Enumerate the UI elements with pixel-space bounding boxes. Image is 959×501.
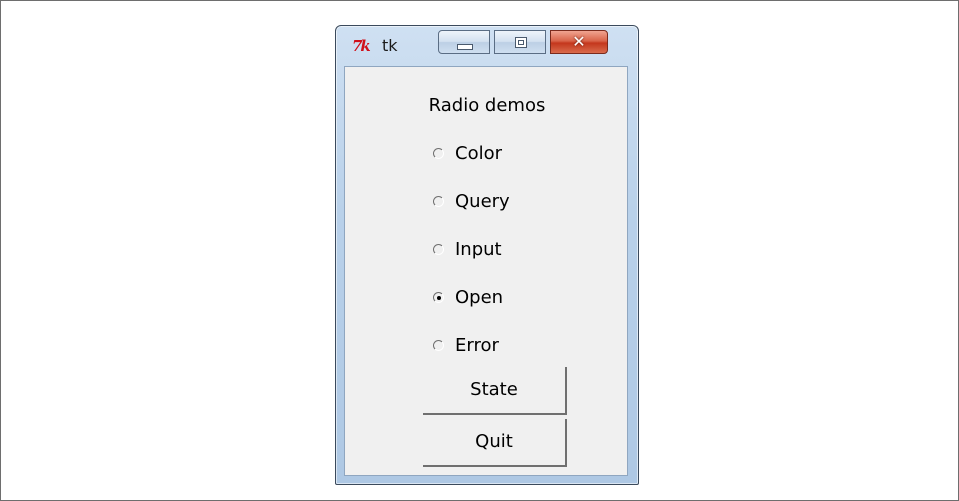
quit-button[interactable]: Quit [423,419,567,467]
client-area: Radio demos Color Query Input Open Error… [344,66,628,476]
radio-selected-dot [437,296,441,300]
radio-label: Input [455,239,502,260]
radio-indicator[interactable] [433,148,444,159]
maximize-button[interactable] [494,30,546,54]
radio-demos-heading: Radio demos [428,95,546,116]
screenshot-canvas: 7k tk ✕ Radio demos Color Query Input Op… [0,0,959,501]
radio-indicator-selected[interactable] [433,292,444,303]
title-bar[interactable]: 7k tk ✕ [336,26,638,66]
tk-feather-icon: 7k [352,37,371,55]
radio-label: Query [455,191,510,212]
radio-open[interactable]: Open [429,285,549,311]
radio-label: Open [455,287,504,308]
radio-query[interactable]: Query [429,189,549,215]
radio-indicator[interactable] [433,340,444,351]
minimize-icon [457,44,473,50]
minimize-button[interactable] [438,30,490,54]
radio-error[interactable]: Error [429,333,549,359]
radio-input[interactable]: Input [429,237,549,263]
tk-window: 7k tk ✕ Radio demos Color Query Input Op… [335,25,639,485]
state-button[interactable]: State [423,367,567,415]
radio-indicator[interactable] [433,244,444,255]
radio-color[interactable]: Color [429,141,549,167]
window-title: tk [382,36,398,55]
radio-label: Error [455,335,499,356]
maximize-icon [515,37,527,48]
radio-indicator[interactable] [433,196,444,207]
close-icon: ✕ [572,32,586,51]
close-button[interactable]: ✕ [550,30,608,54]
radio-label: Color [455,143,502,164]
